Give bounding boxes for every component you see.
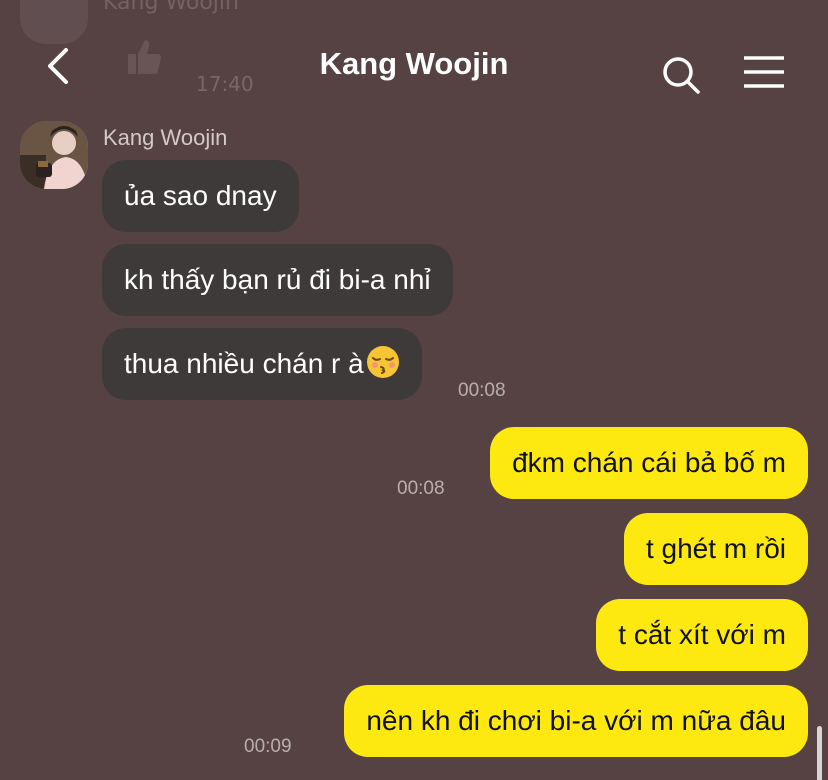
- hamburger-menu-icon[interactable]: [742, 54, 786, 90]
- outgoing-message[interactable]: t ghét m rồi: [623, 513, 808, 585]
- previous-sender-name: Kang Woojin: [103, 0, 239, 15]
- sender-name: Kang Woojin: [103, 125, 228, 150]
- person-photo-icon: [20, 121, 88, 189]
- chat-title[interactable]: Kang Woojin: [0, 46, 828, 82]
- search-icon[interactable]: [660, 54, 702, 96]
- outgoing-message[interactable]: đkm chán cái bả bố m: [490, 427, 808, 499]
- kissing-face-closed-eyes-emoji: [366, 346, 399, 378]
- incoming-message[interactable]: ủa sao dnay: [102, 160, 299, 232]
- outgoing-message[interactable]: nên kh đi chơi bi-a với m nữa đâu: [344, 685, 808, 757]
- incoming-message[interactable]: kh thấy bạn rủ đi bi-a nhỉ: [102, 244, 453, 316]
- outgoing-message[interactable]: t cắt xít với m: [596, 599, 808, 671]
- message-time: 00:08: [397, 478, 445, 499]
- message-text: đkm chán cái bả bố m: [512, 447, 786, 478]
- message-text: ủa sao dnay: [124, 180, 277, 211]
- sender-avatar[interactable]: [20, 121, 88, 189]
- message-text: nên kh đi chơi bi-a với m nữa đâu: [366, 705, 786, 736]
- message-time: 00:08: [458, 380, 506, 401]
- message-text: t ghét m rồi: [645, 533, 786, 564]
- message-time: 00:09: [244, 736, 292, 757]
- chat-header: Kang Woojin: [0, 30, 828, 104]
- message-text: t cắt xít với m: [618, 619, 786, 650]
- message-text: thua nhiều chán r à: [124, 348, 364, 379]
- message-text: kh thấy bạn rủ đi bi-a nhỉ: [124, 264, 431, 295]
- scrollbar[interactable]: [817, 726, 822, 780]
- incoming-message[interactable]: thua nhiều chán r à: [102, 328, 422, 400]
